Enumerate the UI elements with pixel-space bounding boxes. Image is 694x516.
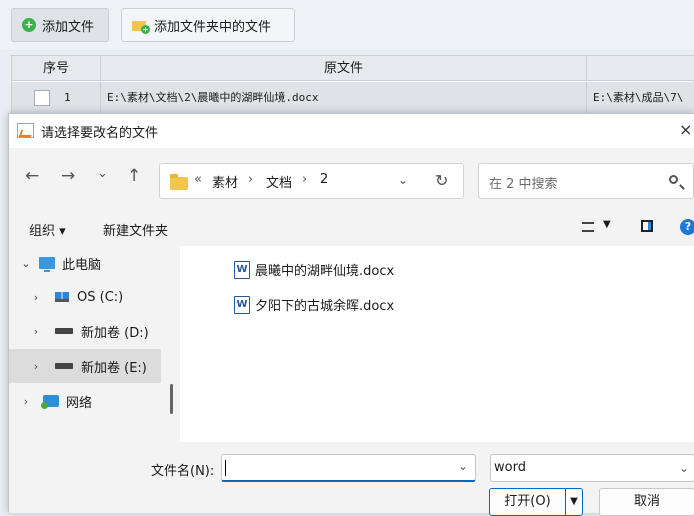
row-target-path: E:\素材\成品\7\ bbox=[593, 91, 684, 104]
up-button[interactable]: ↑ bbox=[127, 166, 141, 186]
forward-button[interactable]: → bbox=[61, 166, 75, 186]
tree-item-c-drive[interactable]: › OS (C:) bbox=[9, 280, 161, 314]
word-document-icon: W bbox=[234, 295, 250, 314]
tree-item-d-drive[interactable]: › 新加卷 (D:) bbox=[9, 314, 161, 348]
word-document-icon: W bbox=[234, 260, 250, 279]
file-type-value: word bbox=[494, 460, 526, 475]
chevron-right-icon[interactable]: › bbox=[17, 395, 35, 408]
dialog-title: 请选择要改名的文件 bbox=[41, 126, 159, 141]
add-file-button[interactable]: + 添加文件 bbox=[11, 8, 109, 42]
search-icon bbox=[669, 175, 678, 184]
add-icon: + bbox=[22, 18, 36, 32]
folder-add-icon: + bbox=[132, 19, 150, 34]
view-menu-chevron-icon[interactable]: ▼ bbox=[603, 219, 611, 230]
search-input[interactable]: 在 2 中搜索 bbox=[489, 173, 558, 192]
text-caret bbox=[225, 460, 226, 476]
drive-icon bbox=[55, 328, 73, 334]
chevron-right-icon[interactable]: › bbox=[27, 360, 45, 373]
tree-item-label: 此电脑 bbox=[62, 257, 102, 273]
tree-item-e-drive[interactable]: › 新加卷 (E:) bbox=[9, 349, 161, 383]
image-file-icon bbox=[17, 123, 34, 138]
recent-locations-button[interactable]: ⌄ bbox=[97, 166, 108, 181]
filename-label: 文件名(N): bbox=[151, 464, 215, 479]
preview-pane-icon[interactable] bbox=[641, 220, 653, 232]
folder-icon bbox=[170, 174, 188, 190]
tree-item-label: OS (C:) bbox=[77, 289, 124, 305]
breadcrumb-item[interactable]: 素材 bbox=[212, 172, 238, 191]
add-folder-files-button[interactable]: + 添加文件夹中的文件 bbox=[121, 8, 295, 42]
column-header-index[interactable]: 序号 bbox=[12, 56, 101, 81]
grid-header: 序号 原文件 bbox=[12, 56, 694, 81]
help-icon[interactable]: ? bbox=[680, 219, 694, 235]
tree-item-label: 新加卷 (D:) bbox=[81, 325, 149, 341]
navigation-pane: ⌄ 此电脑 › OS (C:) › 新加卷 (D:) › 新加卷 (E:) › … bbox=[9, 246, 161, 442]
open-options-chevron-icon[interactable]: ▼ bbox=[565, 489, 582, 515]
tree-item-network[interactable]: › 网络 bbox=[9, 384, 161, 418]
refresh-icon[interactable]: ↻ bbox=[435, 171, 448, 190]
close-button[interactable]: × bbox=[679, 120, 692, 139]
dialog-titlebar[interactable]: 请选择要改名的文件 × bbox=[9, 114, 694, 148]
main-toolbar: + 添加文件 + 添加文件夹中的文件 bbox=[0, 0, 694, 50]
os-drive-icon bbox=[55, 292, 69, 302]
search-box[interactable]: 在 2 中搜索 bbox=[478, 163, 694, 199]
file-type-select[interactable]: word ⌄ bbox=[490, 454, 694, 482]
dialog-footer: 文件名(N): ⌄ word ⌄ 打开(O) ▼ 取消 bbox=[9, 442, 694, 516]
tree-item-this-pc[interactable]: ⌄ 此电脑 bbox=[9, 246, 161, 280]
column-header-original[interactable]: 原文件 bbox=[101, 56, 587, 81]
pc-icon bbox=[39, 257, 55, 272]
filename-field[interactable]: ⌄ bbox=[221, 454, 476, 482]
file-name: 晨曦中的湖畔仙境.docx bbox=[255, 264, 395, 279]
row-checkbox[interactable] bbox=[34, 90, 50, 106]
add-folder-files-label: 添加文件夹中的文件 bbox=[154, 19, 272, 35]
file-list: W 晨曦中的湖畔仙境.docx W 夕阳下的古城余晖.docx bbox=[180, 246, 694, 442]
open-label: 打开(O) bbox=[504, 494, 551, 509]
command-bar: 组织 ▾ 新建文件夹 ▼ ? bbox=[9, 208, 694, 246]
list-item[interactable]: W 夕阳下的古城余晖.docx bbox=[234, 295, 394, 314]
chevron-down-icon: ⌄ bbox=[679, 461, 690, 475]
breadcrumb-item[interactable]: 2 bbox=[320, 172, 328, 187]
tree-item-label: 新加卷 (E:) bbox=[81, 360, 147, 376]
file-name: 夕阳下的古城余晖.docx bbox=[255, 299, 395, 314]
add-file-label: 添加文件 bbox=[42, 19, 95, 35]
file-grid: 序号 原文件 1 E:\素材\文档\2\晨曦中的湖畔仙境.docx E:\素材\… bbox=[11, 55, 694, 115]
chevron-right-icon[interactable]: › bbox=[27, 325, 45, 338]
tree-item-label: 网络 bbox=[66, 395, 93, 411]
row-index: 1 bbox=[64, 91, 71, 104]
network-icon bbox=[41, 395, 59, 409]
chevron-down-icon[interactable]: ⌄ bbox=[17, 257, 35, 270]
organize-menu[interactable]: 组织 ▾ bbox=[29, 220, 66, 239]
breadcrumb-item[interactable]: 文档 bbox=[266, 172, 292, 191]
list-item[interactable]: W 晨曦中的湖畔仙境.docx bbox=[234, 260, 394, 279]
new-folder-button[interactable]: 新建文件夹 bbox=[103, 220, 168, 239]
chevron-down-icon[interactable]: ⌄ bbox=[458, 459, 468, 473]
navigation-scrollbar[interactable] bbox=[170, 384, 173, 414]
search-icon-handle bbox=[679, 184, 685, 190]
breadcrumb-separator: › bbox=[302, 172, 308, 187]
address-bar[interactable]: « 素材 › 文档 › 2 ⌄ ↻ bbox=[159, 163, 464, 199]
column-header-target[interactable] bbox=[587, 56, 694, 81]
open-file-dialog: 请选择要改名的文件 × ← → ⌄ ↑ « 素材 › 文档 › 2 ⌄ ↻ 在 … bbox=[8, 113, 694, 516]
view-options-icon[interactable] bbox=[582, 222, 594, 232]
row-original-path: E:\素材\文档\2\晨曦中的湖畔仙境.docx bbox=[101, 82, 587, 114]
chevron-right-icon[interactable]: › bbox=[27, 291, 45, 304]
back-button[interactable]: ← bbox=[25, 166, 39, 186]
chevron-down-icon[interactable]: ⌄ bbox=[398, 173, 408, 187]
drive-icon bbox=[55, 363, 73, 369]
table-row[interactable]: 1 E:\素材\文档\2\晨曦中的湖畔仙境.docx E:\素材\成品\7\ bbox=[12, 82, 694, 114]
address-overflow[interactable]: « bbox=[194, 172, 202, 187]
breadcrumb-separator: › bbox=[248, 172, 254, 187]
